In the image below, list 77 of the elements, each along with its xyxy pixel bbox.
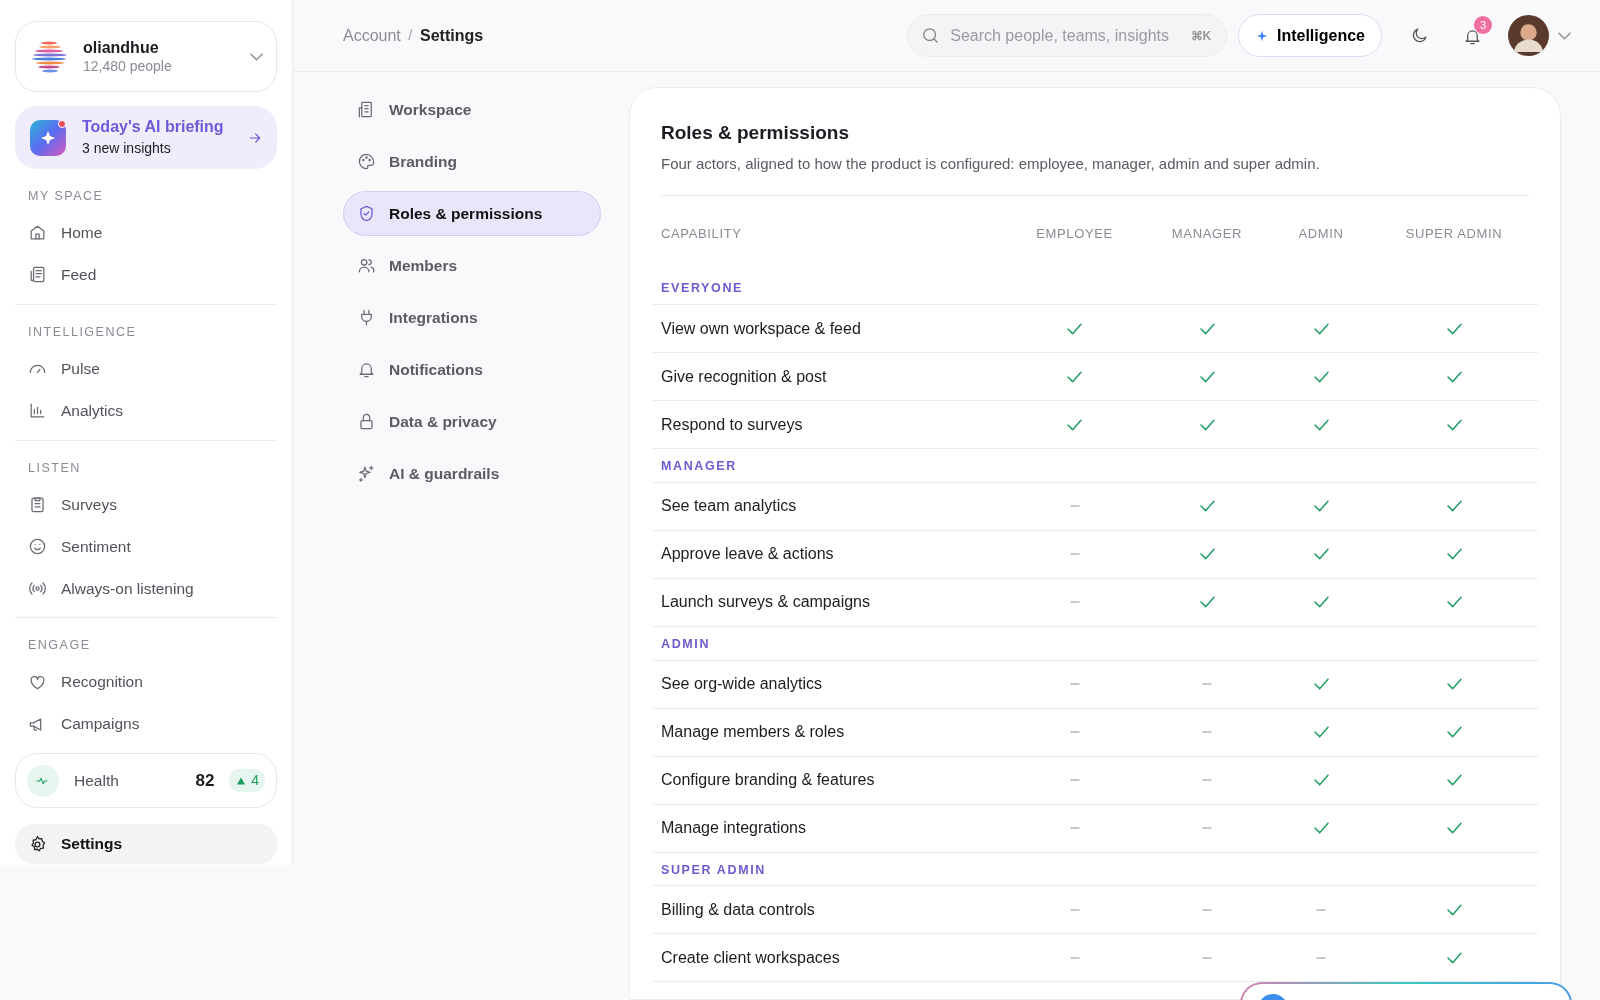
capability-cell: See team analytics	[652, 482, 1007, 531]
nav-item[interactable]: Feed	[15, 253, 277, 296]
briefing-title: Today's AI briefing	[82, 117, 225, 138]
nav-item[interactable]: Recognition	[15, 661, 277, 703]
settings-icon	[28, 834, 47, 854]
newspaper-icon	[28, 265, 47, 285]
section-label: MY SPACE	[27, 188, 105, 205]
section-label: INTELLIGENCE	[27, 323, 138, 341]
palette-icon	[357, 152, 376, 171]
column-header: SUPER ADMIN	[1404, 225, 1504, 244]
capability-cell: Create client workspaces	[652, 934, 1007, 983]
capability-cell: Configure branding & features	[652, 756, 1007, 805]
search-icon	[923, 28, 939, 43]
settings-tab[interactable]: Members	[343, 243, 601, 288]
shortcut-hint: ⌘K	[1190, 28, 1212, 45]
settings-tab[interactable]: Branding	[343, 139, 601, 184]
bar-chart-icon	[28, 401, 47, 420]
capability-cell: Respond to surveys	[652, 401, 1007, 450]
nav-item[interactable]: Analytics	[15, 389, 277, 432]
bell-icon	[357, 360, 376, 379]
delta-badge: 4	[229, 769, 265, 792]
capability-cell: Launch surveys & campaigns	[652, 578, 1007, 627]
notification-count: 3	[1474, 16, 1492, 35]
workspace-name: oliandhue	[83, 37, 160, 58]
pulse-icon	[27, 764, 59, 797]
column-header: CAPABILITY	[660, 225, 743, 244]
group-label: MANAGER	[652, 449, 1538, 483]
group-label: SUPER ADMIN	[652, 852, 1538, 887]
nav-item[interactable]: Campaigns	[15, 703, 277, 745]
briefing-card[interactable]: Today's AI briefing 3 new insights	[15, 106, 277, 169]
capability-cell: Manage members & roles	[652, 708, 1007, 757]
settings-nav-item[interactable]: Settings	[15, 824, 277, 864]
section-label: ENGAGE	[27, 637, 92, 655]
settings-tab[interactable]: Roles & permissions	[343, 191, 601, 236]
health-score: 82	[195, 769, 215, 792]
nav-item[interactable]: Always-on listening	[15, 567, 277, 610]
group-label: EVERYONE	[652, 271, 1538, 306]
capability-cell: Manage integrations	[652, 804, 1007, 853]
settings-tab[interactable]: AI & guardrails	[343, 451, 601, 496]
capability-cell: Approve leave & actions	[652, 530, 1007, 579]
workspace-switcher[interactable]: oliandhue 12,480 people	[15, 21, 277, 92]
shield-icon	[357, 204, 376, 223]
health-card[interactable]: Health 82 4	[15, 753, 277, 808]
column-header: ADMIN	[1297, 225, 1345, 244]
panel-description: Four actors, aligned to how the product is configured: employee, manager, admin and super admin.	[661, 152, 1529, 197]
column-header: MANAGER	[1170, 225, 1244, 244]
moon-icon	[1410, 26, 1429, 45]
intelligence-button[interactable]: Intelligence	[1238, 14, 1382, 57]
breadcrumb-separator: /	[408, 25, 413, 46]
people-count: 12,480 people	[83, 57, 173, 76]
panel-title: Roles & permissions	[661, 122, 850, 145]
briefing-subtitle: 3 new insights	[82, 140, 172, 158]
settings-tab[interactable]: Integrations	[343, 295, 601, 340]
breadcrumb-current: Settings	[420, 25, 484, 46]
theme-toggle-button[interactable]	[1410, 26, 1429, 45]
chevron-down-icon	[251, 53, 262, 60]
smiley-icon	[28, 536, 47, 556]
group-label: ADMIN	[652, 626, 1538, 661]
settings-tab[interactable]: Workspace	[343, 87, 601, 132]
sparkles-icon	[357, 464, 376, 483]
lock-icon	[357, 412, 376, 431]
chevron-down-icon	[1559, 32, 1570, 39]
nav-item[interactable]: Sentiment	[15, 525, 277, 568]
section-label: LISTEN	[27, 459, 82, 477]
people-icon	[357, 256, 376, 275]
avatar[interactable]	[1508, 15, 1549, 56]
column-header: EMPLOYEE	[1035, 225, 1114, 244]
nav-item[interactable]: Home	[15, 211, 277, 254]
settings-tab[interactable]: Notifications	[343, 347, 601, 392]
capability-cell: View own workspace & feed	[652, 305, 1007, 354]
capability-cell: See org-wide analytics	[652, 660, 1007, 709]
capability-cell: Billing & data controls	[652, 886, 1007, 935]
capability-cell: Give recognition & post	[652, 353, 1007, 402]
nav-item[interactable]: Surveys	[15, 483, 277, 526]
nav-item[interactable]: Pulse	[15, 347, 277, 390]
settings-tab[interactable]: Data & privacy	[343, 399, 601, 444]
health-label: Health	[74, 770, 120, 791]
